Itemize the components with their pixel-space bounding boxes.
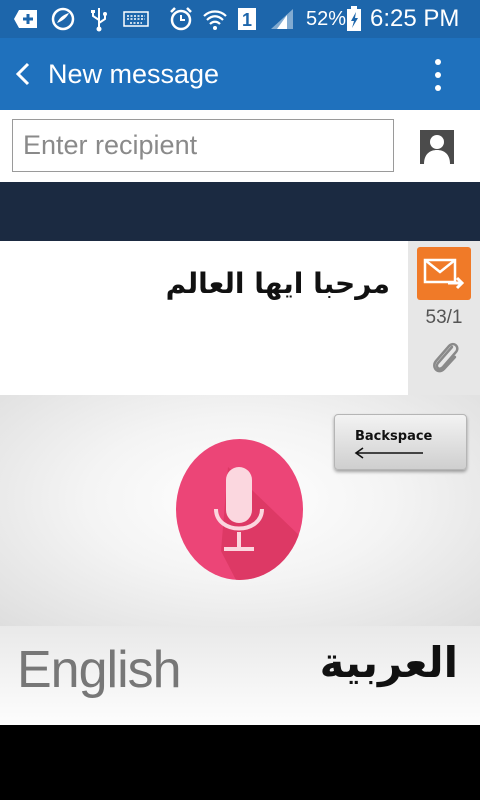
backspace-label: Backspace: [355, 429, 433, 444]
language-arabic-button[interactable]: العربية: [320, 638, 458, 687]
status-bar: 1 52% 6:25 PM: [0, 0, 480, 38]
battery-charging-icon: [345, 6, 363, 32]
chevron-left-icon: [15, 62, 30, 86]
paperclip-icon: [433, 342, 459, 373]
microphone-button[interactable]: [176, 439, 303, 580]
browser-icon: [50, 6, 76, 32]
action-bar: New message: [0, 38, 480, 110]
message-compose-field[interactable]: مرحبا ايها العالم: [0, 241, 408, 395]
contact-icon: [424, 135, 450, 164]
keyboard-icon: [122, 6, 150, 32]
back-button[interactable]: [6, 52, 40, 96]
overflow-menu-button[interactable]: [420, 52, 456, 98]
voice-keyboard: Backspace: [0, 395, 480, 626]
usb-icon: [88, 6, 110, 32]
compose-side-panel: 53/1: [408, 241, 480, 395]
battery-percent: 52%: [306, 8, 347, 30]
add-icon: [12, 6, 40, 32]
alarm-icon: [168, 6, 194, 32]
overflow-menu-icon: [435, 59, 441, 65]
message-text: مرحبا ايها العالم: [165, 267, 390, 300]
backspace-button[interactable]: Backspace: [334, 414, 467, 470]
language-bar: English العربية: [0, 626, 480, 725]
sim-slot-label: 1: [241, 10, 252, 30]
contact-picker-button[interactable]: [420, 130, 454, 164]
page-title: New message: [48, 59, 220, 89]
microphone-icon: [214, 467, 303, 580]
recipient-row: [0, 110, 480, 182]
divider-band: [0, 182, 480, 241]
wifi-icon: [202, 6, 228, 32]
bottom-bar: [0, 725, 480, 800]
character-counter: 53/1: [425, 307, 463, 328]
signal-icon: [268, 6, 296, 32]
send-message-icon: [423, 258, 465, 289]
attach-button[interactable]: [428, 339, 462, 377]
send-button[interactable]: [417, 247, 471, 300]
recipient-input[interactable]: [12, 119, 394, 172]
language-english-button[interactable]: English: [17, 640, 182, 700]
clock: 6:25 PM: [370, 5, 460, 32]
arrow-left-icon: [354, 447, 423, 459]
